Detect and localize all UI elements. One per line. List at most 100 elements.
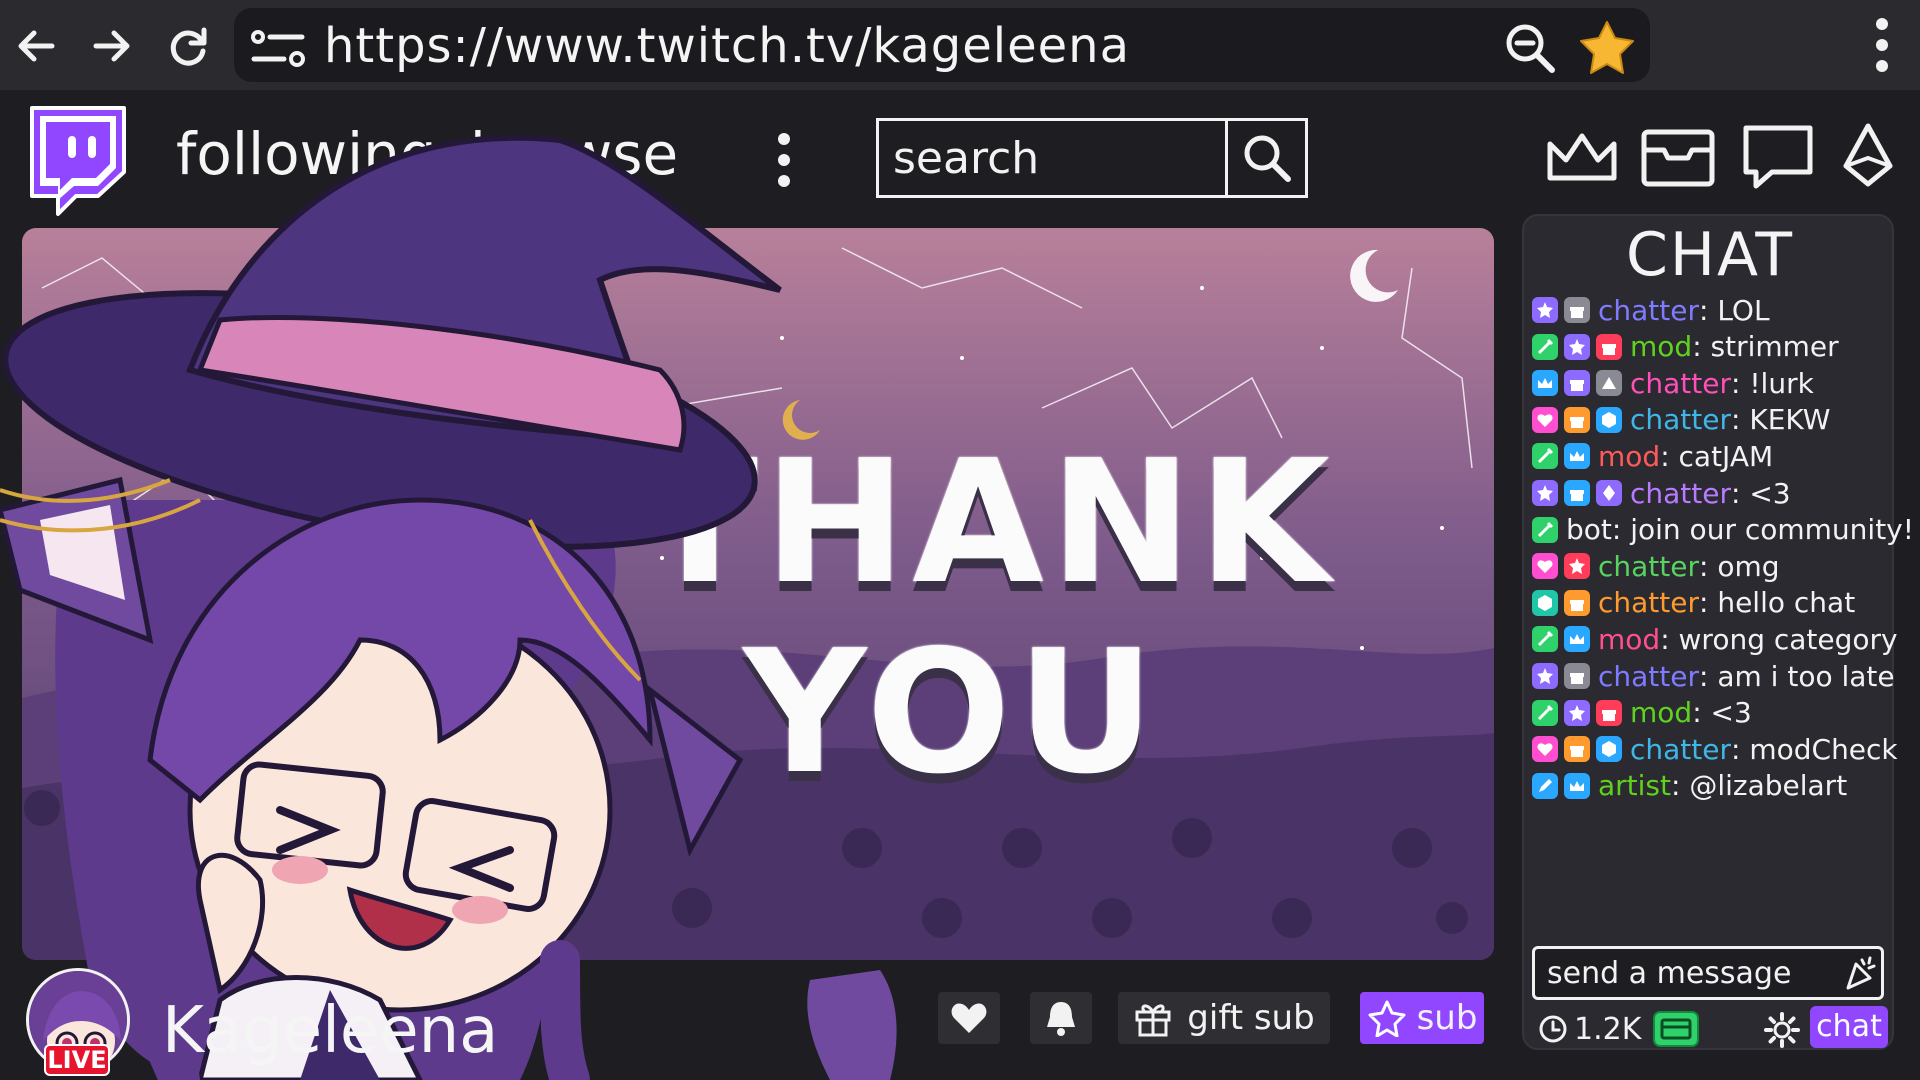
url-text[interactable]: https://www.twitch.tv/kageleena (324, 18, 1130, 74)
stream-player[interactable]: THANK YOU (22, 228, 1494, 960)
emote-picker-icon[interactable] (1842, 954, 1878, 992)
sub-label: sub (1416, 998, 1478, 1038)
forward-arrow-icon (93, 30, 130, 62)
more-options-icon[interactable] (762, 130, 806, 190)
kebab-menu-icon[interactable] (1856, 14, 1908, 76)
twitch-logo-icon[interactable] (18, 102, 130, 220)
viewer-count-icon (1539, 1015, 1567, 1043)
chat-message-text: : !lurk (1731, 366, 1814, 400)
nav-browse[interactable]: browse (470, 120, 678, 188)
chat-username[interactable]: artist (1598, 769, 1671, 802)
search-input[interactable] (879, 121, 1225, 195)
nav-following[interactable]: following (176, 120, 437, 188)
chat-message-text: : hello chat (1699, 586, 1856, 620)
bookmark-star-icon[interactable] (1576, 18, 1638, 78)
purple-star-badge-icon (1564, 699, 1590, 726)
search-button[interactable] (1225, 121, 1305, 195)
crown-icon[interactable] (1542, 122, 1622, 192)
pink-heart-badge-icon (1532, 406, 1558, 433)
site-settings-icon[interactable] (250, 28, 308, 68)
inbox-icon[interactable] (1638, 122, 1718, 192)
search-icon (1244, 135, 1291, 182)
orange-gift-badge-icon (1564, 589, 1590, 616)
chat-message: chatter: LOL (1532, 290, 1770, 330)
chat-message: bot: join our community! (1532, 510, 1914, 550)
blue-hexagon-badge-icon (1596, 406, 1622, 433)
whispers-icon[interactable] (1738, 122, 1818, 192)
blue-pen-badge-icon (1532, 772, 1558, 799)
chat-message-text: : am i too late (1699, 659, 1895, 693)
chat-username[interactable]: chatter (1630, 477, 1731, 510)
blue-hexagon-badge-icon (1596, 736, 1622, 763)
chat-message-input[interactable] (1532, 946, 1884, 1000)
notifications-button[interactable] (1030, 992, 1092, 1044)
follow-heart-button[interactable] (938, 992, 1000, 1044)
red-gift-badge-icon (1596, 699, 1622, 726)
chat-message: mod: catJAM (1532, 436, 1773, 476)
gift-sub-label: gift sub (1187, 998, 1315, 1038)
chat-message-text: : catJAM (1660, 439, 1774, 473)
chat-message: chatter: <3 (1532, 473, 1791, 513)
chat-message-text: : <3 (1731, 476, 1791, 510)
chat-username[interactable]: mod (1598, 440, 1660, 473)
chat-message-text: : KEKW (1731, 403, 1831, 437)
forward-button[interactable] (84, 18, 140, 74)
subscribe-button[interactable]: sub (1360, 992, 1484, 1044)
bell-icon (1047, 1002, 1075, 1036)
overlay-line-1: THANK (642, 424, 1336, 622)
chat-message: chatter: modCheck (1532, 729, 1898, 769)
chat-username[interactable]: mod (1630, 330, 1692, 363)
blue-crown-badge-icon (1564, 626, 1590, 653)
chat-username[interactable]: chatter (1598, 586, 1699, 619)
chat-username[interactable]: mod (1598, 623, 1660, 656)
address-bar[interactable]: https://www.twitch.tv/kageleena (234, 8, 1650, 82)
chat-message: chatter: am i too late (1532, 656, 1895, 696)
overlay-line-2: YOU (743, 614, 1161, 812)
chat-message-text: : LOL (1699, 293, 1770, 327)
purple-star-badge-icon (1532, 297, 1558, 323)
chat-message: chatter: hello chat (1532, 583, 1855, 623)
star-icon (1368, 1000, 1406, 1037)
chat-message: mod: <3 (1532, 693, 1752, 733)
chat-message: chatter: !lurk (1532, 363, 1814, 403)
thank-you-overlay: THANK YOU (642, 424, 1336, 812)
green-sword-badge-icon (1532, 626, 1558, 653)
chat-username[interactable]: chatter (1598, 660, 1699, 693)
viewer-count: 1.2K (1574, 1012, 1642, 1047)
red-gift-badge-icon (1596, 333, 1622, 360)
chat-message: artist: @lizabelart (1532, 766, 1847, 806)
chat-username[interactable]: chatter (1630, 733, 1731, 766)
chat-settings-gear-icon[interactable] (1764, 1012, 1800, 1048)
chat-send-button[interactable]: chat (1810, 1006, 1888, 1048)
chat-message-text: : wrong category (1660, 622, 1898, 656)
reload-button[interactable] (160, 18, 216, 74)
gift-icon (1135, 1004, 1171, 1037)
green-sword-badge-icon (1532, 699, 1558, 726)
chat-panel: CHAT chatter: LOL mod: strimmer chatter: !… (1522, 214, 1914, 1050)
chat-username[interactable]: chatter (1598, 294, 1699, 327)
back-button[interactable] (8, 18, 64, 74)
purple-star-badge-icon (1564, 333, 1590, 360)
bits-gem-icon[interactable] (1828, 122, 1908, 192)
chat-username[interactable]: bot (1566, 513, 1612, 546)
zoom-out-icon[interactable] (1502, 20, 1558, 76)
chat-username[interactable]: chatter (1630, 367, 1731, 400)
chat-title: CHAT (1625, 220, 1795, 290)
channel-points-chest-icon[interactable] (1652, 1010, 1700, 1048)
red-star-badge-icon (1564, 553, 1590, 580)
back-arrow-icon (18, 30, 55, 62)
purple-gem-badge-icon (1596, 480, 1622, 506)
chat-username[interactable]: chatter (1598, 550, 1699, 583)
chat-message-text: : @lizabelart (1671, 769, 1848, 803)
chat-username[interactable]: mod (1630, 696, 1692, 729)
orange-gift-badge-icon (1564, 736, 1590, 763)
channel-name[interactable]: Kageleena (162, 994, 498, 1068)
gift-sub-button[interactable]: gift sub (1118, 992, 1330, 1044)
orange-gift-badge-icon (1564, 406, 1590, 433)
browser-toolbar: https://www.twitch.tv/kageleena (0, 0, 1920, 90)
search-box (876, 118, 1308, 198)
reload-icon (170, 27, 207, 66)
chat-username[interactable]: chatter (1630, 403, 1731, 436)
teal-hexagon-badge-icon (1532, 589, 1558, 616)
gray-gift-badge-icon (1564, 297, 1590, 323)
